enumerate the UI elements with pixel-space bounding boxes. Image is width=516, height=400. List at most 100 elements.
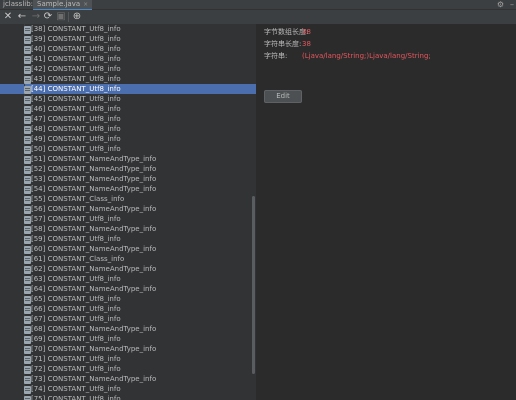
tree-item-label: [42] CONSTANT_Utf8_info xyxy=(31,65,121,73)
tree-item-label: [56] CONSTANT_NameAndType_info xyxy=(31,205,157,213)
tab-label: Sample.java xyxy=(37,0,81,8)
close-icon[interactable]: ✕ xyxy=(2,11,14,23)
tree-item[interactable]: [45] CONSTANT_Utf8_info xyxy=(0,94,256,104)
file-icon xyxy=(24,226,31,234)
tree-item-label: [68] CONSTANT_NameAndType_info xyxy=(31,325,157,333)
edit-button[interactable]: Edit xyxy=(264,90,302,103)
tree-item[interactable]: [44] CONSTANT_Utf8_info xyxy=(0,84,256,94)
file-icon xyxy=(24,246,31,254)
tree-item[interactable]: [41] CONSTANT_Utf8_info xyxy=(0,54,256,64)
tree-item[interactable]: [46] CONSTANT_Utf8_info xyxy=(0,104,256,114)
tree-item[interactable]: [62] CONSTANT_NameAndType_info xyxy=(0,264,256,274)
string-length-label: 字符串长度: xyxy=(264,40,302,48)
tree-item-label: [74] CONSTANT_Utf8_info xyxy=(31,385,121,393)
tree-item[interactable]: [75] CONSTANT_Utf8_info xyxy=(0,394,256,400)
tree-item-label: [41] CONSTANT_Utf8_info xyxy=(31,55,121,63)
tree-item[interactable]: [69] CONSTANT_Utf8_info xyxy=(0,334,256,344)
file-icon xyxy=(24,126,31,134)
file-icon xyxy=(24,366,31,374)
tree-item-label: [63] CONSTANT_Utf8_info xyxy=(31,275,121,283)
tab-jclasslib[interactable]: jclasslib: xyxy=(3,0,33,9)
tree-item[interactable]: [65] CONSTANT_Utf8_info xyxy=(0,294,256,304)
save-icon[interactable]: ▣ xyxy=(55,11,67,23)
tree-item-label: [39] CONSTANT_Utf8_info xyxy=(31,35,121,43)
constant-pool-tree[interactable]: [38] CONSTANT_Utf8_info [39] CONSTANT_Utf… xyxy=(0,24,256,400)
file-icon xyxy=(24,266,31,274)
tree-item[interactable]: [53] CONSTANT_NameAndType_info xyxy=(0,174,256,184)
gear-icon[interactable]: ⚙ xyxy=(497,0,504,9)
tree-item-label: [61] CONSTANT_Class_info xyxy=(31,255,125,263)
file-icon xyxy=(24,76,31,84)
tree-item[interactable]: [74] CONSTANT_Utf8_info xyxy=(0,384,256,394)
forward-arrow-icon[interactable]: → xyxy=(30,11,42,23)
file-icon xyxy=(24,326,31,334)
file-icon xyxy=(24,216,31,224)
tree-item-label: [55] CONSTANT_Class_info xyxy=(31,195,125,203)
tree-item[interactable]: [47] CONSTANT_Utf8_info xyxy=(0,114,256,124)
tree-item[interactable]: [63] CONSTANT_Utf8_info xyxy=(0,274,256,284)
minimize-icon[interactable]: – xyxy=(510,0,514,9)
tree-item[interactable]: [67] CONSTANT_Utf8_info xyxy=(0,314,256,324)
tree-item[interactable]: [43] CONSTANT_Utf8_info xyxy=(0,74,256,84)
tree-item[interactable]: [59] CONSTANT_Utf8_info xyxy=(0,234,256,244)
byte-length-value: 38 xyxy=(302,28,311,36)
tree-item[interactable]: [66] CONSTANT_Utf8_info xyxy=(0,304,256,314)
tree-item[interactable]: [73] CONSTANT_NameAndType_info xyxy=(0,374,256,384)
file-icon xyxy=(24,86,31,94)
tree-item[interactable]: [48] CONSTANT_Utf8_info xyxy=(0,124,256,134)
tree-item-label: [73] CONSTANT_NameAndType_info xyxy=(31,375,157,383)
tree-item[interactable]: [60] CONSTANT_NameAndType_info xyxy=(0,244,256,254)
tree-item-label: [40] CONSTANT_Utf8_info xyxy=(31,45,121,53)
tree-item-label: [51] CONSTANT_NameAndType_info xyxy=(31,155,157,163)
tree-item[interactable]: [55] CONSTANT_Class_info xyxy=(0,194,256,204)
tree-item-label: [48] CONSTANT_Utf8_info xyxy=(31,125,121,133)
tab-close-icon[interactable]: × xyxy=(83,1,88,8)
tree-item-label: [62] CONSTANT_NameAndType_info xyxy=(31,265,157,273)
back-arrow-icon[interactable]: ← xyxy=(16,11,28,23)
tree-item[interactable]: [38] CONSTANT_Utf8_info xyxy=(0,24,256,34)
tree-item[interactable]: [49] CONSTANT_Utf8_info xyxy=(0,134,256,144)
tree-item-label: [45] CONSTANT_Utf8_info xyxy=(31,95,121,103)
tree-item-label: [52] CONSTANT_NameAndType_info xyxy=(31,165,157,173)
tree-item[interactable]: [58] CONSTANT_NameAndType_info xyxy=(0,224,256,234)
tree-item[interactable]: [40] CONSTANT_Utf8_info xyxy=(0,44,256,54)
tree-item[interactable]: [71] CONSTANT_Utf8_info xyxy=(0,354,256,364)
tree-scrollbar[interactable] xyxy=(252,196,255,374)
file-icon xyxy=(24,396,31,400)
tree-item[interactable]: [57] CONSTANT_Utf8_info xyxy=(0,214,256,224)
file-icon xyxy=(24,26,31,34)
tree-item[interactable]: [56] CONSTANT_NameAndType_info xyxy=(0,204,256,214)
tree-item-label: [44] CONSTANT_Utf8_info xyxy=(31,85,121,93)
file-icon xyxy=(24,376,31,384)
tree-item[interactable]: [54] CONSTANT_NameAndType_info xyxy=(0,184,256,194)
file-icon xyxy=(24,96,31,104)
tree-item[interactable]: [39] CONSTANT_Utf8_info xyxy=(0,34,256,44)
tree-item-label: [71] CONSTANT_Utf8_info xyxy=(31,355,121,363)
tree-item[interactable]: [64] CONSTANT_NameAndType_info xyxy=(0,284,256,294)
tree-item[interactable]: [70] CONSTANT_NameAndType_info xyxy=(0,344,256,354)
file-icon xyxy=(24,136,31,144)
file-icon xyxy=(24,386,31,394)
tree-item[interactable]: [61] CONSTANT_Class_info xyxy=(0,254,256,264)
file-icon xyxy=(24,286,31,294)
tree-item[interactable]: [52] CONSTANT_NameAndType_info xyxy=(0,164,256,174)
detail-panel: 字节数组长度: 38 字符串长度: 38 字符串: (Ljava/lang/St… xyxy=(257,24,516,400)
tab-bar: jclasslib: Sample.java × ⚙ – xyxy=(0,0,516,11)
tree-item-label: [60] CONSTANT_NameAndType_info xyxy=(31,245,157,253)
tree-item-label: [70] CONSTANT_NameAndType_info xyxy=(31,345,157,353)
web-icon[interactable]: ⊕ xyxy=(71,11,83,23)
string-label: 字符串: xyxy=(264,52,288,60)
file-icon xyxy=(24,116,31,124)
tree-item[interactable]: [68] CONSTANT_NameAndType_info xyxy=(0,324,256,334)
tree-item[interactable]: [72] CONSTANT_Utf8_info xyxy=(0,364,256,374)
file-icon xyxy=(24,276,31,284)
tree-item[interactable]: [42] CONSTANT_Utf8_info xyxy=(0,64,256,74)
tree-item[interactable]: [51] CONSTANT_NameAndType_info xyxy=(0,154,256,164)
tree-item[interactable]: [50] CONSTANT_Utf8_info xyxy=(0,144,256,154)
tree-item-label: [38] CONSTANT_Utf8_info xyxy=(31,25,121,33)
file-icon xyxy=(24,56,31,64)
file-icon xyxy=(24,206,31,214)
refresh-icon[interactable]: ⟳ xyxy=(42,11,54,23)
file-icon xyxy=(24,236,31,244)
file-icon xyxy=(24,186,31,194)
